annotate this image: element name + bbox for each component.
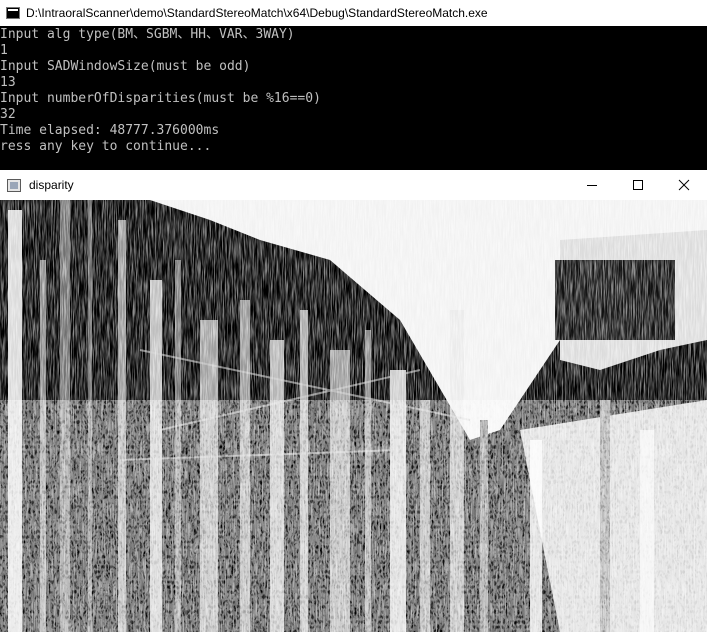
- console-output: Input alg type(BM、SGBM、HH、VAR、3WAY) 1 In…: [0, 27, 707, 170]
- disparity-titlebar[interactable]: disparity: [0, 170, 707, 200]
- console-line: Input alg type(BM、SGBM、HH、VAR、3WAY): [0, 27, 295, 42]
- console-line: ress any key to continue...: [0, 139, 212, 154]
- disparity-window-title: disparity: [29, 178, 74, 192]
- console-title: D:\IntraoralScanner\demo\StandardStereoM…: [26, 6, 488, 20]
- disparity-speckle: [0, 400, 707, 632]
- minimize-button[interactable]: [569, 170, 615, 200]
- close-button[interactable]: [661, 170, 707, 200]
- console-line: Input SADWindowSize(must be odd): [0, 59, 251, 74]
- minimize-icon: [587, 185, 597, 186]
- disparity-window: disparity: [0, 170, 707, 632]
- close-icon: [678, 179, 690, 191]
- maximize-button[interactable]: [615, 170, 661, 200]
- disparity-image: [0, 200, 707, 632]
- console-line: 13: [0, 75, 16, 90]
- console-line: Input numberOfDisparities(must be %16==0…: [0, 91, 321, 106]
- image-window-icon: [7, 178, 21, 192]
- console-line: Time elapsed: 48777.376000ms: [0, 123, 220, 138]
- console-window: D:\IntraoralScanner\demo\StandardStereoM…: [0, 0, 707, 170]
- console-titlebar[interactable]: D:\IntraoralScanner\demo\StandardStereoM…: [0, 0, 707, 26]
- console-app-icon: [6, 7, 20, 19]
- console-line: 1: [0, 43, 8, 58]
- console-line: 32: [0, 107, 16, 122]
- maximize-icon: [633, 180, 643, 190]
- disparity-map: [0, 200, 707, 632]
